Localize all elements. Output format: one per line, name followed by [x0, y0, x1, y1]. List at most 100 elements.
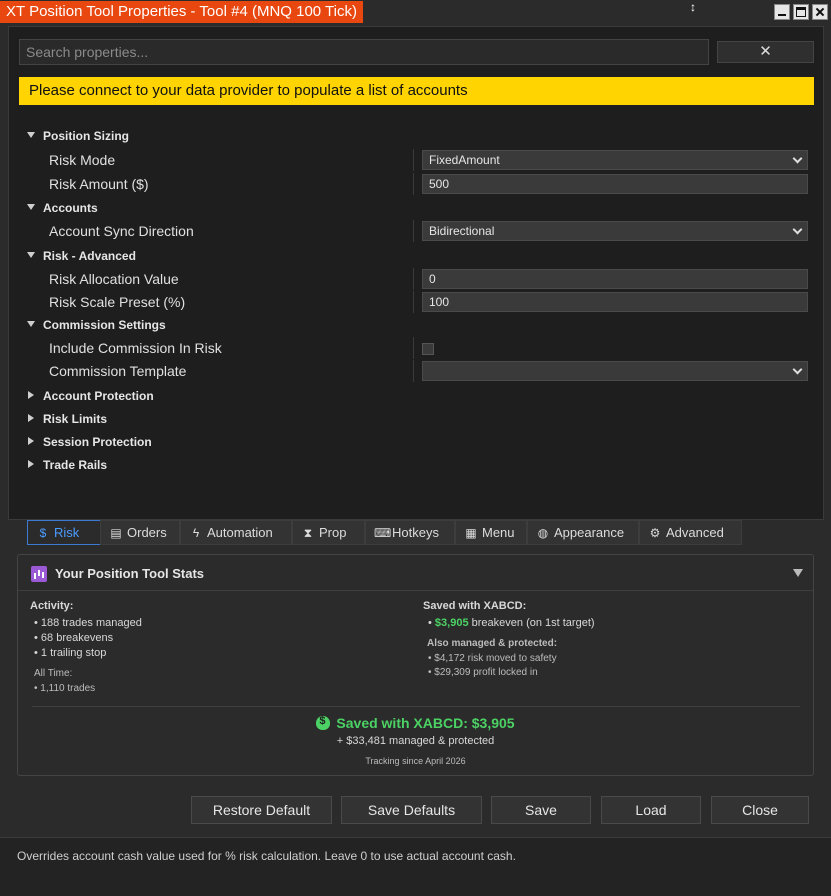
tab-orders[interactable]: ▤ Orders	[100, 520, 180, 545]
category-risk-advanced[interactable]: Risk - Advanced	[9, 245, 825, 267]
tab-risk[interactable]: $ Risk	[27, 520, 101, 545]
also-item: • $29,309 profit locked in	[428, 667, 538, 678]
category-label: Commission Settings	[43, 318, 166, 332]
property-grid-panel: Search properties... ✕ Please connect to…	[8, 26, 824, 520]
property-risk-scale-preset: Risk Scale Preset (%) 100	[9, 291, 825, 313]
save-defaults-button[interactable]: Save Defaults	[341, 796, 482, 824]
connection-banner: Please connect to your data provider to …	[19, 77, 814, 105]
stats-header[interactable]: Your Position Tool Stats	[18, 555, 813, 591]
tab-label: Prop	[319, 525, 347, 540]
alltime-label: All Time:	[34, 668, 73, 679]
description-footer: Overrides account cash value used for % …	[0, 837, 831, 896]
close-window-button[interactable]	[812, 4, 828, 20]
tab-appearance[interactable]: ◍ Appearance	[527, 520, 639, 545]
category-trade-rails[interactable]: Trade Rails	[9, 454, 825, 476]
expand-right-icon[interactable]	[28, 391, 34, 399]
category-position-sizing[interactable]: Position Sizing	[9, 125, 825, 147]
tab-label: Risk	[54, 525, 80, 540]
category-session-protection[interactable]: Session Protection	[9, 431, 825, 453]
activity-item: • 188 trades managed	[34, 617, 142, 629]
money-bag-icon	[316, 715, 331, 730]
property-label: Account Sync Direction	[49, 223, 194, 239]
tab-label: Advanced	[666, 525, 724, 540]
expand-right-icon[interactable]	[28, 437, 34, 445]
save-button[interactable]: Save	[491, 796, 591, 824]
expand-right-icon[interactable]	[28, 414, 34, 422]
category-account-protection[interactable]: Account Protection	[9, 385, 825, 407]
include-commission-checkbox[interactable]	[422, 343, 434, 355]
activity-label: Activity:	[30, 600, 74, 612]
tab-hotkeys[interactable]: ⌨Hotkeys	[365, 520, 455, 545]
tab-label: Menu	[482, 525, 515, 540]
chevron-down-icon	[792, 224, 803, 235]
tab-label: Automation	[207, 525, 273, 540]
risk-mode-select[interactable]: FixedAmount	[422, 150, 808, 170]
tab-automation[interactable]: ϟ Automation	[180, 520, 292, 545]
orders-icon: ▤	[110, 526, 122, 540]
property-description: Overrides account cash value used for % …	[17, 849, 516, 863]
chevron-down-icon	[792, 364, 803, 375]
saved-label: Saved with XABCD:	[423, 600, 527, 612]
maximize-button[interactable]	[793, 4, 809, 20]
title-bar: XT Position Tool Properties - Tool #4 (M…	[0, 0, 831, 24]
gear-icon: ⚙	[649, 526, 661, 540]
lightning-icon: ϟ	[192, 526, 200, 540]
property-risk-mode: Risk Mode FixedAmount	[9, 149, 825, 171]
property-label: Risk Scale Preset (%)	[49, 294, 186, 310]
also-label: Also managed & protected:	[427, 638, 558, 649]
expand-right-icon[interactable]	[28, 460, 34, 468]
commission-template-select[interactable]	[422, 361, 808, 381]
category-label: Risk Limits	[43, 412, 108, 426]
activity-item: • 68 breakevens	[34, 632, 114, 644]
category-risk-limits[interactable]: Risk Limits	[9, 408, 825, 430]
property-commission-template: Commission Template	[9, 360, 825, 382]
chart-icon	[31, 566, 47, 582]
property-account-sync-direction: Account Sync Direction Bidirectional	[9, 220, 825, 242]
account-sync-select[interactable]: Bidirectional	[422, 221, 808, 241]
saved-summary-sub: + $33,481 managed & protected	[336, 735, 495, 747]
risk-amount-input[interactable]: 500	[422, 174, 808, 194]
select-value: Bidirectional	[429, 224, 495, 238]
property-risk-allocation-value: Risk Allocation Value 0	[9, 268, 825, 290]
palette-icon: ◍	[537, 526, 549, 540]
category-accounts[interactable]: Accounts	[9, 197, 825, 219]
close-button[interactable]: Close	[711, 796, 809, 824]
load-button[interactable]: Load	[601, 796, 701, 824]
category-label: Account Protection	[43, 389, 154, 403]
restore-default-button[interactable]: Restore Default	[191, 796, 332, 824]
collapse-toggle-icon[interactable]	[793, 569, 803, 577]
category-label: Position Sizing	[43, 129, 129, 143]
expand-down-icon[interactable]	[27, 321, 35, 327]
category-label: Session Protection	[43, 435, 152, 449]
risk-allocation-input[interactable]: 0	[422, 269, 808, 289]
cursor-icon: ↕	[690, 0, 696, 14]
clear-search-button[interactable]: ✕	[717, 41, 814, 63]
category-commission-settings[interactable]: Commission Settings	[9, 314, 825, 336]
chevron-down-icon	[792, 153, 803, 164]
window-title: XT Position Tool Properties - Tool #4 (M…	[0, 1, 363, 23]
minimize-button[interactable]	[774, 4, 790, 20]
also-item: • $4,172 risk moved to safety	[428, 653, 557, 664]
property-label: Risk Amount ($)	[49, 176, 149, 192]
stats-title: Your Position Tool Stats	[55, 566, 205, 581]
expand-down-icon[interactable]	[27, 252, 35, 258]
saved-summary: Saved with XABCD: $3,905	[18, 715, 813, 731]
property-label: Commission Template	[49, 363, 187, 379]
money-bag-icon: $	[39, 526, 47, 540]
expand-down-icon[interactable]	[27, 204, 35, 210]
tab-prop[interactable]: ⧗ Prop	[292, 520, 365, 545]
search-input[interactable]: Search properties...	[19, 39, 709, 65]
tab-advanced[interactable]: ⚙ Advanced	[639, 520, 742, 545]
hourglass-icon: ⧗	[303, 526, 313, 540]
stats-panel: Your Position Tool Stats Activity: • 188…	[17, 554, 814, 776]
menu-icon: ▦	[465, 526, 477, 540]
tracking-since: Tracking since April 2026	[365, 756, 466, 766]
activity-item: • 1 trailing stop	[34, 647, 107, 659]
tab-label: Orders	[127, 525, 167, 540]
tab-menu[interactable]: ▦ Menu	[455, 520, 527, 545]
expand-down-icon[interactable]	[27, 132, 35, 138]
category-label: Risk - Advanced	[43, 249, 136, 263]
risk-scale-input[interactable]: 100	[422, 292, 808, 312]
category-label: Trade Rails	[43, 458, 108, 472]
tab-label: Appearance	[554, 525, 625, 540]
